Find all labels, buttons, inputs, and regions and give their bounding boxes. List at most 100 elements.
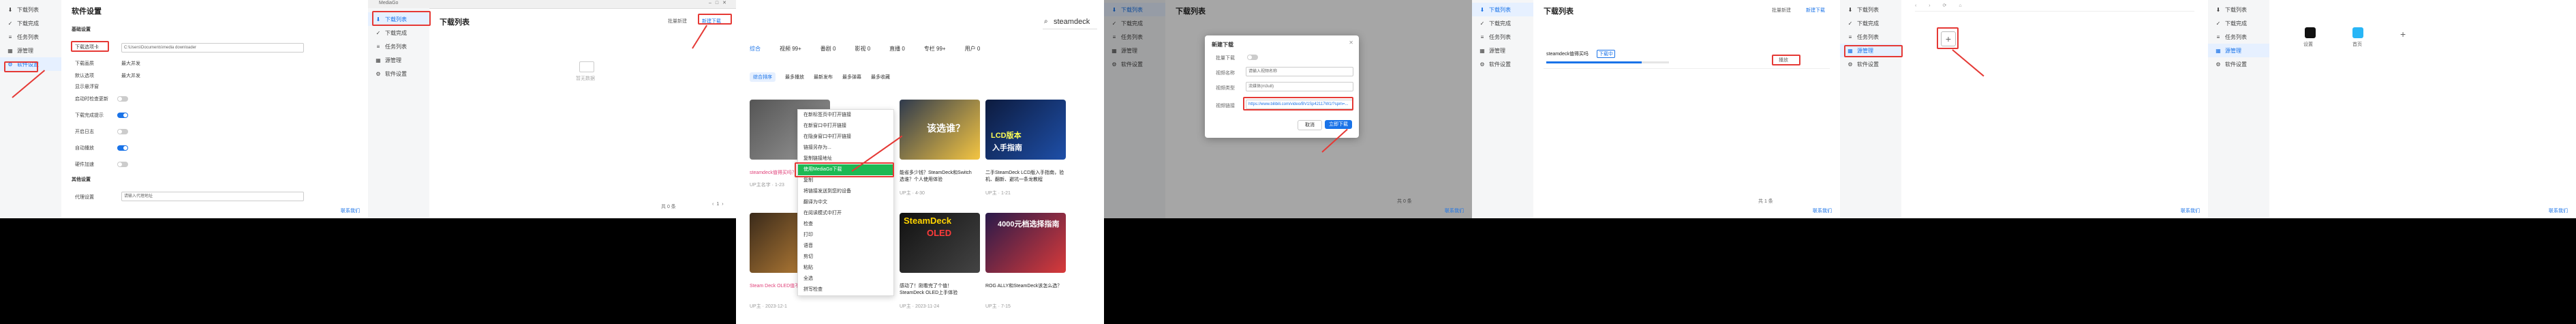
new-download-dialog: 新建下载 ✕ 批量下载 视频名称 请输入视频名称 视频类型 流媒体(m3u8) … bbox=[1205, 35, 1359, 138]
sidebar-item-settings[interactable]: ⚙ 软件设置 bbox=[1472, 57, 1533, 71]
sidebar-item-download-done[interactable]: ✓ 下载完成 bbox=[1840, 16, 1901, 30]
label-a: 启动时检查更新 bbox=[75, 97, 108, 102]
menu-item-9[interactable]: 在阅读模式中打开 bbox=[798, 208, 893, 219]
video-meta-5: UP主 · 2023-11-24 bbox=[900, 304, 940, 309]
section-other: 其他设置 bbox=[72, 177, 91, 182]
sidebar-item-source[interactable]: ▦ 源管理 bbox=[368, 53, 429, 67]
sidebar-item-source[interactable]: ▦ 源管理 bbox=[0, 44, 61, 57]
toggle-f[interactable] bbox=[117, 162, 128, 167]
sidebar-item-source[interactable]: ▦ 源管理 bbox=[2208, 44, 2269, 57]
label-quality: 下载画质 bbox=[75, 61, 94, 66]
toggle-d[interactable] bbox=[117, 129, 128, 134]
type-select[interactable]: 流媒体(m3u8) bbox=[1246, 82, 1353, 91]
menu-item-1[interactable]: 在新窗口中打开链接 bbox=[798, 121, 893, 132]
contact-link[interactable]: 联系我们 bbox=[2181, 207, 2200, 214]
pager: 共 1 条 bbox=[1758, 199, 1773, 204]
menu-item-11[interactable]: 打印 bbox=[798, 230, 893, 241]
toggle-b[interactable] bbox=[117, 113, 128, 118]
contact-link[interactable]: 联系我们 bbox=[2549, 207, 2568, 214]
video-title-6[interactable]: ROG ALLY和SteamDeck该怎么选？ bbox=[985, 282, 1066, 289]
sidebar-item-queue[interactable]: ≡ 任务列表 bbox=[0, 30, 61, 44]
sidebar-item-settings[interactable]: ⚙ 软件设置 bbox=[368, 67, 429, 80]
menu-item-15[interactable]: 全选 bbox=[798, 274, 893, 284]
sidebar-item-queue[interactable]: ≡ 任务列表 bbox=[1472, 30, 1533, 44]
name-input[interactable]: 请输入视频名称 bbox=[1246, 67, 1353, 76]
contact-link[interactable]: 联系我们 bbox=[1445, 207, 1464, 214]
close-icon[interactable]: ✕ bbox=[1349, 40, 1353, 46]
sidebar-item-queue[interactable]: ≡ 任务列表 bbox=[2208, 30, 2269, 44]
video-meta-6: UP主 · 7-15 bbox=[985, 304, 1011, 309]
tab-5[interactable]: 专栏 99+ bbox=[924, 45, 946, 53]
sidebar-item-queue[interactable]: ≡ 任务列表 bbox=[368, 40, 429, 53]
tab-4[interactable]: 直播 0 bbox=[889, 45, 905, 53]
add-source-button[interactable]: + bbox=[2400, 29, 2406, 40]
menu-item-8[interactable]: 翻译为中文 bbox=[798, 197, 893, 208]
sidebar-item-queue[interactable]: ≡ 任务列表 bbox=[1840, 30, 1901, 44]
filter-1[interactable]: 最多播放 bbox=[785, 72, 804, 82]
sidebar-item-download-done[interactable]: ✓ 下载完成 bbox=[0, 16, 61, 30]
proxy-input[interactable]: 请输入代理地址 bbox=[121, 192, 304, 201]
sidebar: ⬇ 下载列表 ✓ 下载完成 ≡ 任务列表 ▦ 源管理 ⚙ 软件设置 bbox=[1472, 0, 1533, 218]
progress-fill bbox=[1546, 61, 1642, 63]
new-download-button[interactable]: 新建下载 bbox=[1806, 7, 1825, 14]
batch-new-button[interactable]: 批量新建 bbox=[1772, 7, 1791, 14]
tab-3[interactable]: 影视 0 bbox=[855, 45, 870, 53]
contact-link[interactable]: 联系我们 bbox=[1813, 207, 1832, 214]
annotation-arrow bbox=[1952, 49, 1984, 77]
check-icon: ✓ bbox=[375, 29, 381, 36]
video-thumb-2[interactable]: 该选谁？ bbox=[900, 100, 980, 160]
app-tile-2-icon[interactable] bbox=[2352, 27, 2363, 38]
video-meta-3: UP主 · 1-21 bbox=[985, 191, 1011, 196]
sidebar-item-download-list[interactable]: ⬇ 下载列表 bbox=[0, 3, 61, 16]
cancel-button[interactable]: 取消 bbox=[1298, 120, 1322, 130]
filter-2[interactable]: 最新发布 bbox=[814, 72, 833, 82]
window-controls[interactable]: –□✕ bbox=[709, 0, 731, 5]
app-tile-1-icon[interactable] bbox=[2305, 27, 2316, 38]
filter-3[interactable]: 最多弹幕 bbox=[842, 72, 861, 82]
menu-item-2[interactable]: 在隐身窗口中打开链接 bbox=[798, 132, 893, 143]
sidebar-item-source[interactable]: ▦ 源管理 bbox=[1472, 44, 1533, 57]
video-title-3[interactable]: 二手SteamDeck LCD版入手指南，验机、翻新、避坑一条龙教程 bbox=[985, 169, 1066, 183]
app-tile-1-label: 设置 bbox=[2303, 42, 2313, 47]
toggle-a[interactable] bbox=[117, 96, 128, 102]
menu-item-16[interactable]: 拼写检查 bbox=[798, 284, 893, 295]
tab-2[interactable]: 番剧 0 bbox=[821, 45, 836, 53]
sidebar-item-download-done[interactable]: ✓ 下载完成 bbox=[2208, 16, 2269, 30]
search-bar[interactable]: ⌕ steamdeck bbox=[1043, 16, 1097, 29]
download-item-title: steamdeck值得买吗 bbox=[1546, 52, 1589, 57]
batch-new-button[interactable]: 批量新建 bbox=[668, 18, 687, 25]
sidebar-item-download-list[interactable]: ⬇ 下载列表 bbox=[2208, 3, 2269, 16]
video-title-5[interactable]: 感动了！刚看完了个值！SteamDeck OLED上手体验 bbox=[900, 282, 975, 296]
batch-toggle[interactable] bbox=[1247, 55, 1258, 60]
pager-controls[interactable]: ‹1› bbox=[712, 202, 726, 207]
menu-item-13[interactable]: 剪切 bbox=[798, 252, 893, 263]
menu-item-0[interactable]: 在新标签页中打开链接 bbox=[798, 110, 893, 121]
video-title-2[interactable]: 能省多少钱？SteamDeck和Switch选谁？个人使用体验 bbox=[900, 169, 975, 183]
contact-link[interactable]: 联系我们 bbox=[341, 207, 360, 214]
sidebar-item-settings[interactable]: ⚙ 软件设置 bbox=[1840, 57, 1901, 71]
download-path-input[interactable]: C:\Users\Documents\media downloader bbox=[121, 43, 304, 53]
sidebar-item-download-done[interactable]: ✓ 下载完成 bbox=[368, 26, 429, 40]
filter-4[interactable]: 最多收藏 bbox=[871, 72, 890, 82]
sidebar-item-settings[interactable]: ⚙ 软件设置 bbox=[2208, 57, 2269, 71]
toggle-e[interactable] bbox=[117, 145, 128, 151]
video-thumb-3[interactable]: LCD版本 入手指南 bbox=[985, 100, 1066, 160]
sidebar-item-download-list[interactable]: ⬇ 下载列表 bbox=[1840, 3, 1901, 16]
tab-1[interactable]: 视频 99+ bbox=[780, 45, 801, 53]
download-icon: ⬇ bbox=[2215, 6, 2221, 13]
tab-0[interactable]: 综合 bbox=[750, 45, 761, 53]
filter-0[interactable]: 综合排序 bbox=[750, 72, 776, 82]
menu-item-14[interactable]: 粘贴 bbox=[798, 263, 893, 274]
video-thumb-6[interactable]: 4000元档选择指南 bbox=[985, 213, 1066, 273]
menu-item-10[interactable]: 检查 bbox=[798, 219, 893, 230]
search-input[interactable]: steamdeck bbox=[1054, 18, 1090, 26]
panel-browser: ⌕ steamdeck 综合 视频 99+ 番剧 0 影视 0 直播 0 专栏 … bbox=[736, 0, 1104, 324]
sidebar-item-download-list[interactable]: ⬇ 下载列表 bbox=[1472, 3, 1533, 16]
video-meta-2: UP主 · 4-30 bbox=[900, 191, 925, 196]
menu-item-12[interactable]: 语音 bbox=[798, 241, 893, 252]
confirm-download-button[interactable]: 立即下载 bbox=[1325, 120, 1352, 129]
video-thumb-5[interactable]: SteamDeck OLED bbox=[900, 213, 980, 273]
sidebar-item-download-done[interactable]: ✓ 下载完成 bbox=[1472, 16, 1533, 30]
tab-6[interactable]: 用户 0 bbox=[965, 45, 981, 53]
menu-item-7[interactable]: 将链接发送到您的设备 bbox=[798, 186, 893, 197]
